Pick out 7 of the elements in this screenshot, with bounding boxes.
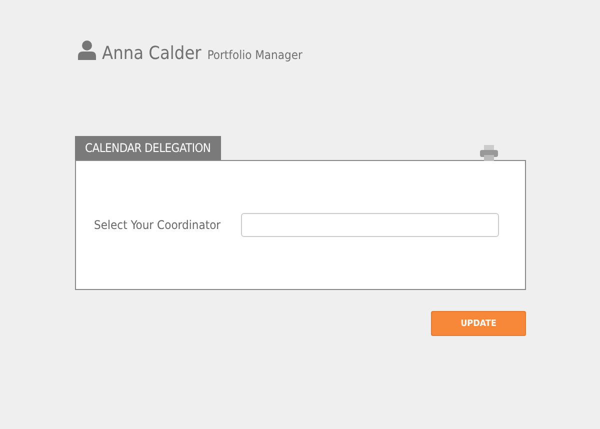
field-label: Select Your Coordinator bbox=[94, 218, 222, 232]
user-role: Portfolio Manager bbox=[207, 48, 302, 62]
update-button[interactable]: UPDATE bbox=[431, 311, 526, 336]
coordinator-field[interactable] bbox=[241, 213, 499, 237]
printer-icon[interactable] bbox=[480, 145, 498, 161]
user-name: Anna Calder bbox=[102, 43, 202, 64]
user-icon bbox=[78, 40, 96, 60]
